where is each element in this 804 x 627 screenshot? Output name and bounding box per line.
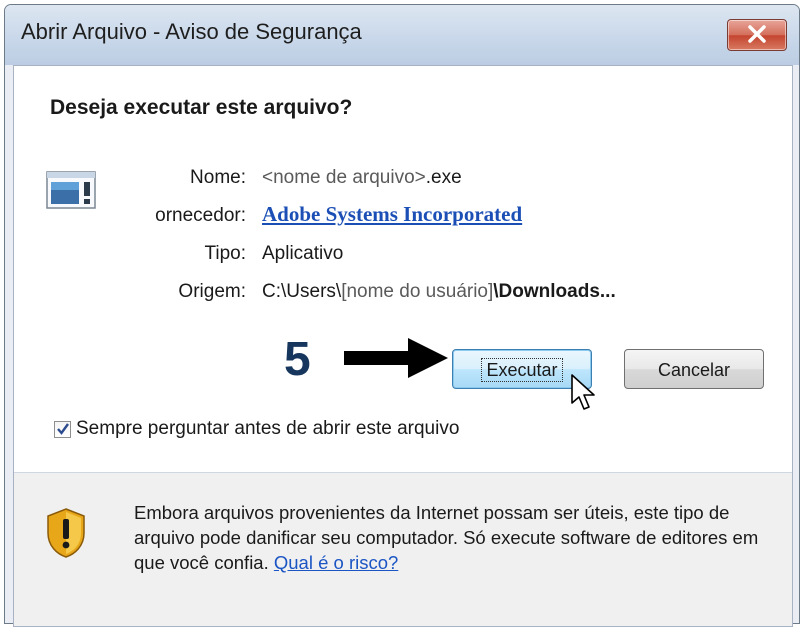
warning-text: Embora arquivos provenientes da Internet… bbox=[134, 502, 759, 573]
origin-label: Origem: bbox=[178, 281, 246, 302]
file-name-placeholder: <nome de arquivo> bbox=[262, 167, 426, 188]
name-label: Nome: bbox=[190, 167, 246, 188]
warning-message: Embora arquivos provenientes da Internet… bbox=[134, 500, 774, 575]
step-number-annotation: 5 bbox=[284, 333, 311, 386]
window-title: Abrir Arquivo - Aviso de Segurança bbox=[21, 19, 362, 44]
file-extension: .exe bbox=[425, 167, 462, 188]
cancel-button[interactable]: Cancelar bbox=[624, 349, 764, 389]
run-button-label: Executar bbox=[481, 358, 563, 382]
type-label: Tipo: bbox=[204, 243, 246, 264]
title-bar[interactable]: Abrir Arquivo - Aviso de Segurança bbox=[5, 5, 799, 65]
right-arrow-icon bbox=[344, 338, 448, 378]
origin-path-suffix: \Downloads... bbox=[493, 281, 616, 302]
risk-link[interactable]: Qual é o risco? bbox=[274, 552, 398, 573]
origin-value: C:\Users\[nome do usuário]\Downloads... bbox=[262, 281, 616, 303]
mouse-cursor-icon bbox=[571, 374, 595, 410]
always-ask-label[interactable]: Sempre perguntar antes de abrir este arq… bbox=[76, 418, 459, 440]
publisher-value: Adobe Systems Incorporated bbox=[262, 202, 522, 227]
publisher-label: ornecedor: bbox=[155, 205, 246, 226]
close-icon bbox=[748, 25, 766, 43]
publisher-link[interactable]: Adobe Systems Incorporated bbox=[262, 202, 522, 226]
origin-user-placeholder: [nome do usuário] bbox=[341, 281, 494, 302]
always-ask-checkbox[interactable] bbox=[54, 421, 71, 438]
security-warning-dialog: Abrir Arquivo - Aviso de Segurança Desej… bbox=[4, 4, 800, 627]
warning-footer: Embora arquivos provenientes da Internet… bbox=[14, 473, 792, 626]
type-value: Aplicativo bbox=[262, 243, 344, 264]
close-button[interactable] bbox=[727, 19, 787, 51]
dialog-question: Deseja executar este arquivo? bbox=[50, 96, 353, 119]
dialog-body: Deseja executar este arquivo? Nome: <nom… bbox=[13, 65, 793, 627]
checkmark-icon bbox=[57, 423, 69, 435]
warning-shield-icon bbox=[47, 508, 85, 558]
file-name-value: <nome de arquivo>.exe bbox=[262, 167, 462, 189]
origin-path-prefix: C:\Users\ bbox=[262, 281, 342, 302]
